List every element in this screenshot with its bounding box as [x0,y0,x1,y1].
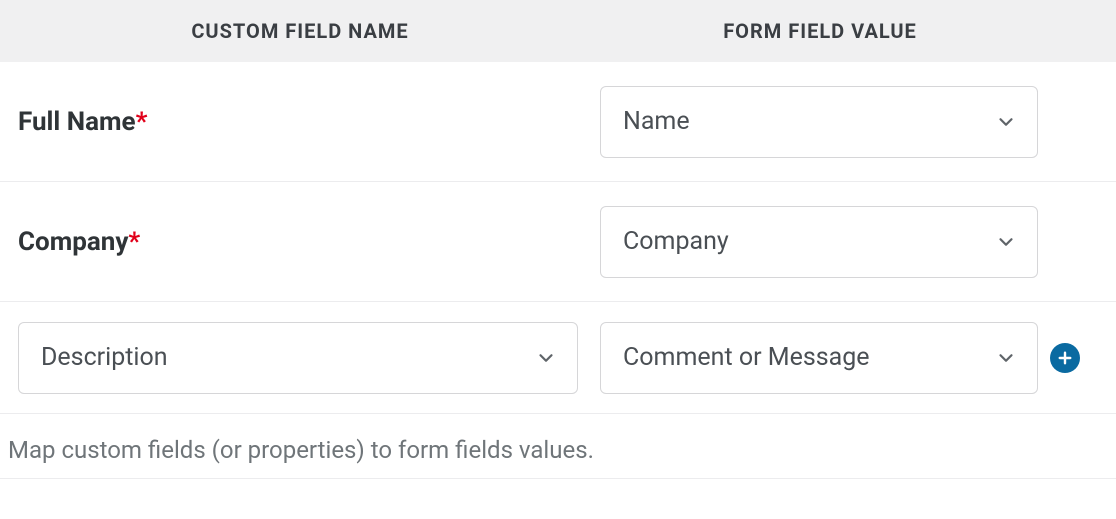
field-label-full-name: Full Name [18,107,136,137]
select-value: Comment or Message [623,343,870,372]
help-text: Map custom fields (or properties) to for… [0,414,1116,479]
form-field-value-cell: Comment or Message [600,322,1040,394]
custom-field-name-header: CUSTOM FIELD NAME [191,19,408,43]
table-row: Description Comment or Message [0,302,1116,414]
form-field-value-cell: Name [600,86,1040,158]
required-indicator: * [128,227,140,257]
chevron-down-icon [535,347,557,369]
select-value: Description [41,343,168,372]
table-row: Full Name* Name [0,62,1116,182]
select-value: Name [623,107,690,136]
custom-field-label-cell: Company* [0,227,600,257]
field-mapping-table: CUSTOM FIELD NAME FORM FIELD VALUE Full … [0,0,1116,479]
field-label-company: Company [18,227,128,257]
custom-field-label-cell: Full Name* [0,107,600,137]
chevron-down-icon [995,347,1017,369]
row-actions [1040,343,1116,373]
custom-field-select-cell: Description [0,322,600,394]
required-indicator: * [136,107,148,137]
select-value: Company [623,227,729,256]
form-field-value-header: FORM FIELD VALUE [723,19,917,43]
table-header-cell: FORM FIELD VALUE [600,19,1040,43]
chevron-down-icon [995,231,1017,253]
form-field-value-select-company[interactable]: Company [600,206,1038,278]
plus-circle-icon [1056,349,1074,367]
chevron-down-icon [995,111,1017,133]
table-row: Company* Company [0,182,1116,302]
table-header-row: CUSTOM FIELD NAME FORM FIELD VALUE [0,0,1116,62]
form-field-value-cell: Company [600,206,1040,278]
custom-field-name-select[interactable]: Description [18,322,578,394]
table-header-cell: CUSTOM FIELD NAME [0,19,600,43]
form-field-value-select-full-name[interactable]: Name [600,86,1038,158]
form-field-value-select-description[interactable]: Comment or Message [600,322,1038,394]
add-mapping-button[interactable] [1050,343,1080,373]
